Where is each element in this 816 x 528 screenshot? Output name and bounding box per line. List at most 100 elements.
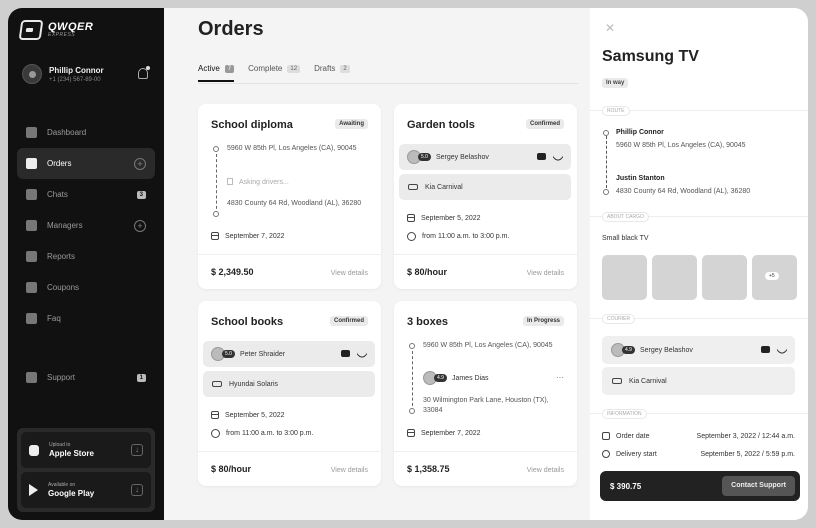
order-date-row: Order date September 3, 2022 / 12:44 a.m… xyxy=(602,432,795,440)
user-phone: +1 (234) 567-89-00 xyxy=(49,76,101,83)
phone-icon[interactable] xyxy=(776,344,788,356)
card-divider xyxy=(198,254,381,255)
download-icon: ↓ xyxy=(131,484,143,496)
origin-dot-icon xyxy=(213,146,219,152)
calendar-icon xyxy=(211,232,219,240)
order-card[interactable]: School diploma Awaiting 5960 W 85th Pl, … xyxy=(198,104,381,289)
order-card[interactable]: Garden tools Confirmed 5.0 Sergey Belash… xyxy=(394,104,577,289)
view-details-link[interactable]: View details xyxy=(331,270,368,277)
add-order-icon[interactable]: + xyxy=(134,157,146,170)
sidebar-item-support[interactable]: Support 1 xyxy=(17,362,155,393)
google-play-button[interactable]: Available on Google Play ↓ xyxy=(21,472,151,508)
cargo-photo-more[interactable]: +5 xyxy=(752,255,797,300)
card-divider xyxy=(394,451,577,452)
order-card[interactable]: School books Confirmed 5.0 Peter Shraide… xyxy=(198,301,381,486)
order-detail-panel: ✕ Samsung TV In way ROUTE Phillip Connor… xyxy=(590,8,808,520)
reports-icon xyxy=(26,251,37,262)
phone-icon[interactable] xyxy=(356,348,368,360)
sidebar-item-label: Faq xyxy=(47,314,61,323)
view-details-link[interactable]: View details xyxy=(527,467,564,474)
sidebar-item-managers[interactable]: Managers + xyxy=(17,210,155,241)
close-icon[interactable]: ✕ xyxy=(605,21,615,35)
sidebar-item-label: Reports xyxy=(47,252,76,261)
user-name: Phillip Connor xyxy=(49,65,104,75)
message-icon[interactable] xyxy=(761,346,770,353)
waiting-text: Asking drivers... xyxy=(239,179,289,186)
courier-name: Sergey Belashov xyxy=(435,153,489,161)
order-title: Garden tools xyxy=(407,119,475,131)
route-line xyxy=(412,351,413,411)
add-manager-icon[interactable]: + xyxy=(134,219,146,232)
waiting-status: Asking drivers... xyxy=(227,178,289,186)
calendar-icon xyxy=(407,429,415,437)
order-date: September 5, 2022 xyxy=(211,411,285,419)
headphones-icon xyxy=(26,372,37,383)
order-date: September 5, 2022 xyxy=(407,214,481,222)
courier-row[interactable]: 5.0 Sergey Belashov xyxy=(399,144,571,170)
tab-label: Complete xyxy=(248,64,283,73)
status-badge: Confirmed xyxy=(526,119,564,129)
sidebar-item-chats[interactable]: Chats 3 xyxy=(17,179,155,210)
sidebar-item-dashboard[interactable]: Dashboard xyxy=(17,117,155,148)
timer-icon xyxy=(602,450,610,458)
origin-address: 5960 W 85th Pl, Los Angeles (CA), 90045 xyxy=(227,145,357,152)
vehicle-row: Hyundai Solaris xyxy=(203,371,375,397)
more-options-icon[interactable]: ··· xyxy=(556,373,564,382)
view-details-link[interactable]: View details xyxy=(527,270,564,277)
sidebar-item-coupons[interactable]: Coupons xyxy=(17,272,155,303)
sender-name: Phillip Connor xyxy=(616,129,664,136)
order-time: from 11:00 a.m. to 3:00 p.m. xyxy=(407,232,509,241)
vehicle-row: Kia Carnival xyxy=(602,367,795,395)
order-card[interactable]: 3 boxes In Progress 5960 W 85th Pl, Los … xyxy=(394,301,577,486)
sidebar-item-label: Managers xyxy=(47,221,83,230)
sidebar-item-faq[interactable]: Faq xyxy=(17,303,155,334)
date-text: September 5, 2022 xyxy=(421,214,481,222)
sidebar-item-label: Support xyxy=(47,373,76,382)
tab-complete[interactable]: Complete 12 xyxy=(248,64,301,82)
vehicle-name: Hyundai Solaris xyxy=(229,380,279,388)
sidebar-nav: Dashboard Orders + Chats 3 Managers + Re… xyxy=(17,117,155,334)
user-profile[interactable]: Phillip Connor +1 (234) 567-89-00 xyxy=(22,64,150,84)
phone-icon[interactable] xyxy=(552,151,564,163)
calendar-icon xyxy=(407,214,415,222)
destination-address: 30 Wilmington Park Lane, Houston (TX), 3… xyxy=(423,397,549,414)
cargo-photo[interactable] xyxy=(652,255,697,300)
order-price: $ 1,358.75 xyxy=(407,464,450,474)
chats-count-badge: 3 xyxy=(136,190,146,199)
delivery-start-row: Delivery start September 5, 2022 / 5:59 … xyxy=(602,450,795,458)
origin-address: 5960 W 85th Pl, Los Angeles (CA), 90045 xyxy=(423,342,553,349)
panel-title: Samsung TV xyxy=(602,48,699,65)
logo[interactable]: QWQER EXPRESS xyxy=(18,20,93,40)
courier-name: Sergey Belashov xyxy=(639,346,693,354)
destination-dot-icon xyxy=(213,211,219,217)
contact-support-button[interactable]: Contact Support xyxy=(722,476,795,496)
support-count-badge: 1 xyxy=(136,373,146,382)
order-price: $ 80/hour xyxy=(407,267,448,277)
status-badge: In Progress xyxy=(522,316,564,326)
sidebar-item-reports[interactable]: Reports xyxy=(17,241,155,272)
order-time: from 11:00 a.m. to 3:00 p.m. xyxy=(211,429,313,438)
cargo-photo[interactable] xyxy=(602,255,647,300)
message-icon[interactable] xyxy=(341,350,350,357)
sidebar-item-orders[interactable]: Orders + xyxy=(17,148,155,179)
view-details-link[interactable]: View details xyxy=(331,467,368,474)
sidebar-item-label: Chats xyxy=(47,190,68,199)
courier-row[interactable]: 5.0 Peter Shraider xyxy=(203,341,375,367)
chats-icon xyxy=(26,189,37,200)
destination-dot-icon xyxy=(409,408,415,414)
app-screen: QWQER EXPRESS Phillip Connor +1 (234) 56… xyxy=(8,8,808,520)
tab-count: 12 xyxy=(287,64,301,73)
bell-icon[interactable] xyxy=(138,66,150,79)
status-badge: Awaiting xyxy=(335,119,368,129)
car-icon xyxy=(212,381,222,387)
tab-drafts[interactable]: Drafts 2 xyxy=(314,64,350,82)
orders-icon xyxy=(26,158,37,169)
tab-label: Drafts xyxy=(314,64,336,73)
cargo-photo[interactable] xyxy=(702,255,747,300)
device-frame: QWQER EXPRESS Phillip Connor +1 (234) 56… xyxy=(0,0,816,528)
courier-row[interactable]: 4.9 James Dias xyxy=(423,371,489,385)
apple-store-button[interactable]: Upload to Apple Store ↓ xyxy=(21,432,151,468)
message-icon[interactable] xyxy=(537,153,546,160)
tab-active[interactable]: Active 7 xyxy=(198,64,235,82)
courier-row[interactable]: 4.9 Sergey Belashov xyxy=(602,336,795,364)
